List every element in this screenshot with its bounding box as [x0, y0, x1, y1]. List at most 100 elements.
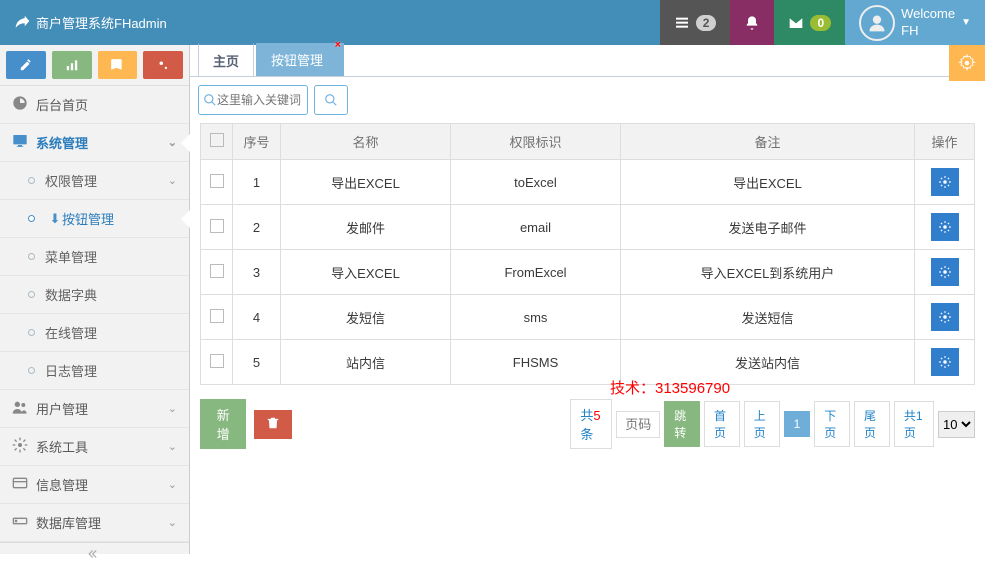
checkbox[interactable] — [210, 354, 224, 368]
search-icon — [203, 93, 217, 107]
bell-icon — [744, 15, 760, 31]
search-button[interactable] — [314, 85, 348, 115]
cell-auth: sms — [451, 295, 621, 340]
checkbox-all[interactable] — [210, 133, 224, 147]
checkbox[interactable] — [210, 174, 224, 188]
menu-online[interactable]: 在线管理 — [0, 314, 189, 352]
tabs: 主页 按钮管理× — [190, 45, 985, 77]
search-icon — [324, 93, 338, 107]
cell-name: 发短信 — [281, 295, 451, 340]
cell-name: 站内信 — [281, 340, 451, 385]
chevron-down-icon: ⌄ — [168, 402, 177, 415]
total-pages: 共1页 — [894, 401, 934, 447]
page-input[interactable] — [616, 411, 660, 438]
row-action-button[interactable] — [931, 303, 959, 331]
checkbox[interactable] — [210, 219, 224, 233]
gear-icon — [938, 175, 952, 189]
page-size-select[interactable]: 10 — [938, 411, 975, 438]
nav-tasks[interactable]: 2 — [660, 0, 731, 45]
navbar: 商户管理系统FHadmin 2 0 Welcome FH ▼ — [0, 0, 985, 45]
delete-button[interactable] — [254, 410, 292, 439]
checkbox[interactable] — [210, 309, 224, 323]
nav-messages[interactable]: 0 — [774, 0, 845, 45]
menu-dict[interactable]: 数据字典 — [0, 276, 189, 314]
navbar-right: 2 0 Welcome FH ▼ — [660, 0, 985, 45]
last-page[interactable]: 尾页 — [854, 401, 890, 447]
cell-remark: 导出EXCEL — [621, 160, 915, 205]
search-wrap — [198, 85, 308, 115]
table: 序号 名称 权限标识 备注 操作 1 导出EXCEL toExcel 导出EXC… — [190, 123, 985, 385]
row-action-button[interactable] — [931, 213, 959, 241]
cell-name: 发邮件 — [281, 205, 451, 250]
checkbox[interactable] — [210, 264, 224, 278]
tab-home[interactable]: 主页 — [198, 43, 254, 76]
chevron-down-icon: ⌄ — [168, 174, 177, 187]
signal-icon — [65, 58, 79, 72]
tab-button-mgmt[interactable]: 按钮管理× — [256, 43, 344, 76]
welcome: Welcome FH — [901, 6, 955, 40]
pencil-icon — [19, 58, 33, 72]
cell-seq: 4 — [233, 295, 281, 340]
cell-seq: 2 — [233, 205, 281, 250]
menu-log[interactable]: 日志管理 — [0, 352, 189, 390]
nav-notifications[interactable] — [730, 0, 774, 45]
sidebar-toolbtns — [0, 45, 189, 86]
table-row: 4 发短信 sms 发送短信 — [201, 295, 975, 340]
chevron-down-icon: ⌄ — [168, 516, 177, 529]
cell-name: 导出EXCEL — [281, 160, 451, 205]
add-button[interactable]: 新增 — [200, 399, 246, 449]
menu-permission[interactable]: 权限管理⌄ — [0, 162, 189, 200]
cell-auth: FromExcel — [451, 250, 621, 295]
gear-icon — [938, 310, 952, 324]
menu-dashboard[interactable]: 后台首页 — [0, 86, 189, 124]
users-icon — [10, 399, 30, 418]
gear-icon — [10, 437, 30, 456]
brand: 商户管理系统FHadmin — [0, 12, 660, 33]
toolbtn-stats[interactable] — [52, 51, 92, 79]
page-count: 共5条 — [570, 399, 612, 449]
watermark: 技术：313596790 — [610, 377, 730, 398]
chevron-down-icon: ⌄ — [168, 478, 177, 491]
hdd-icon — [10, 513, 30, 532]
table-row: 2 发邮件 email 发送电子邮件 — [201, 205, 975, 250]
jump-button[interactable]: 跳转 — [664, 401, 700, 447]
avatar — [859, 5, 895, 41]
mail-icon — [788, 15, 804, 31]
menu-info[interactable]: 信息管理⌄ — [0, 466, 189, 504]
collapse-icon — [88, 547, 102, 561]
close-icon[interactable]: × — [335, 39, 341, 51]
table-row: 5 站内信 FHSMS 发送站内信 — [201, 340, 975, 385]
dashboard-icon — [10, 95, 30, 114]
toolbtn-book[interactable] — [98, 51, 138, 79]
menu-menu-mgmt[interactable]: 菜单管理 — [0, 238, 189, 276]
menu-system[interactable]: 系统管理⌄ — [0, 124, 189, 162]
first-page[interactable]: 首页 — [704, 401, 740, 447]
menu-user[interactable]: 用户管理⌄ — [0, 390, 189, 428]
trash-icon — [266, 416, 280, 430]
row-action-button[interactable] — [931, 258, 959, 286]
caret-down-icon: ▼ — [961, 17, 971, 28]
row-action-button[interactable] — [931, 168, 959, 196]
gear-icon — [958, 54, 976, 72]
gear-icon — [938, 220, 952, 234]
gear-icon — [938, 355, 952, 369]
searchbar — [190, 77, 985, 123]
settings-button[interactable] — [949, 45, 985, 81]
toolbtn-edit[interactable] — [6, 51, 46, 79]
cell-seq: 1 — [233, 160, 281, 205]
pagination: 共5条 跳转 首页 上页 1 下页 尾页 共1页 10 — [570, 399, 975, 449]
card-icon — [10, 475, 30, 494]
row-action-button[interactable] — [931, 348, 959, 376]
toolbtn-cogs[interactable] — [143, 51, 183, 79]
cell-auth: toExcel — [451, 160, 621, 205]
current-page[interactable]: 1 — [784, 411, 811, 437]
menu-db[interactable]: 数据库管理⌄ — [0, 504, 189, 542]
prev-page[interactable]: 上页 — [744, 401, 780, 447]
desktop-icon — [10, 133, 30, 152]
search-input[interactable] — [217, 93, 303, 107]
nav-user[interactable]: Welcome FH ▼ — [845, 0, 985, 45]
cell-remark: 发送短信 — [621, 295, 915, 340]
menu-button-mgmt[interactable]: ⬇按钮管理 — [0, 200, 189, 238]
menu-systools[interactable]: 系统工具⌄ — [0, 428, 189, 466]
next-page[interactable]: 下页 — [814, 401, 850, 447]
